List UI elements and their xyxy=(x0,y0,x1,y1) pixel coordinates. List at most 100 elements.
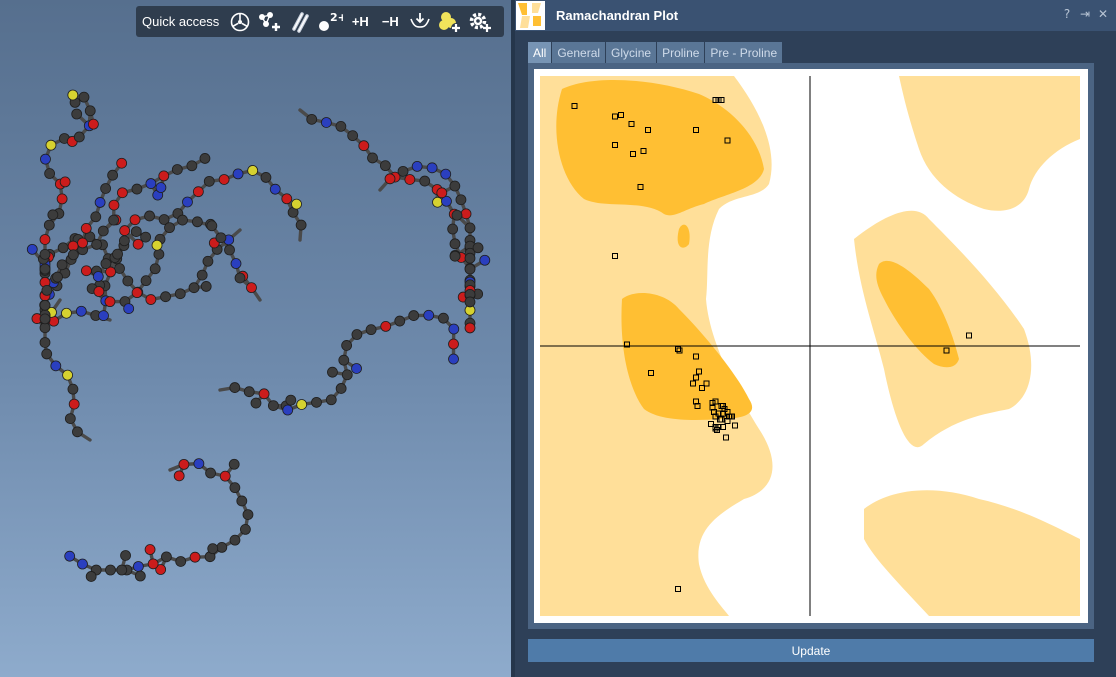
molecule-viewport[interactable]: Quick access 2+ +H −H xyxy=(0,0,511,677)
atom xyxy=(59,176,71,188)
tab-general[interactable]: General xyxy=(552,42,606,63)
atom xyxy=(423,309,435,321)
atom xyxy=(207,543,219,555)
tab-pre-proline[interactable]: Pre - Proline xyxy=(705,42,783,63)
charge-icon[interactable]: 2+ xyxy=(317,9,343,35)
add-hydrogen-button[interactable]: +H xyxy=(347,9,373,35)
atom xyxy=(193,458,205,470)
atom xyxy=(451,209,463,221)
tab-proline[interactable]: Proline xyxy=(657,42,705,63)
atom xyxy=(335,120,347,132)
atom xyxy=(199,153,211,164)
atom xyxy=(320,117,332,128)
atom xyxy=(77,558,88,570)
atom xyxy=(419,175,431,187)
atom xyxy=(155,182,167,193)
update-button[interactable]: Update xyxy=(528,639,1094,662)
atom xyxy=(479,254,491,266)
atom xyxy=(116,564,128,576)
atom xyxy=(67,89,79,101)
atom xyxy=(281,193,293,205)
atom xyxy=(122,275,134,287)
atom xyxy=(338,354,350,366)
atom xyxy=(384,173,396,185)
atom xyxy=(72,426,83,438)
atom xyxy=(98,310,109,322)
atom xyxy=(449,238,461,250)
allowed-region-1 xyxy=(899,76,1080,211)
atom xyxy=(145,294,157,305)
atom xyxy=(104,296,116,308)
atom xyxy=(97,225,109,237)
atom xyxy=(158,170,170,182)
atom xyxy=(108,199,120,211)
bond-tool-icon[interactable] xyxy=(287,9,313,35)
atom xyxy=(216,541,228,553)
ramachandran-plot[interactable] xyxy=(534,69,1088,623)
tab-glycine[interactable]: Glycine xyxy=(606,42,657,63)
atom xyxy=(175,556,187,567)
atom xyxy=(92,271,104,282)
panel-controls: ? ⇥ ✕ xyxy=(1060,7,1110,21)
atom xyxy=(57,242,69,254)
atom xyxy=(64,550,76,562)
atom xyxy=(144,544,156,555)
atom xyxy=(39,248,51,260)
add-ligand-icon[interactable] xyxy=(437,9,463,35)
add-fragment-icon[interactable] xyxy=(257,9,283,35)
atom xyxy=(67,249,79,261)
atom xyxy=(367,152,378,164)
atom xyxy=(149,263,161,275)
atom xyxy=(229,534,241,546)
atom xyxy=(41,285,53,296)
atom xyxy=(455,194,467,206)
atom xyxy=(296,399,308,410)
atom xyxy=(188,282,200,294)
atom xyxy=(236,495,248,507)
settings-icon[interactable] xyxy=(467,9,493,35)
atom xyxy=(39,263,51,275)
atom xyxy=(306,113,318,125)
atom xyxy=(351,329,363,340)
atom xyxy=(87,118,99,130)
atom xyxy=(327,366,338,378)
atom xyxy=(447,223,459,235)
atom xyxy=(68,398,80,410)
atom xyxy=(130,226,142,238)
atom xyxy=(219,470,231,482)
pin-button[interactable]: ⇥ xyxy=(1078,7,1092,21)
atom xyxy=(116,157,128,169)
atom xyxy=(267,400,279,412)
remove-hydrogen-button[interactable]: −H xyxy=(377,9,403,35)
atom xyxy=(250,397,262,409)
atom xyxy=(232,168,244,180)
atom xyxy=(464,263,476,275)
ramachandran-panel: Ramachandran Plot ? ⇥ ✕ All General Glyc… xyxy=(515,0,1116,677)
help-button[interactable]: ? xyxy=(1060,7,1074,21)
atom xyxy=(464,322,476,334)
atom xyxy=(119,225,131,236)
atom xyxy=(242,509,254,521)
wheel-icon[interactable] xyxy=(227,9,253,35)
atom xyxy=(206,220,218,232)
atom xyxy=(440,168,452,180)
atom xyxy=(161,551,172,563)
atom xyxy=(189,551,201,563)
minimize-icon[interactable] xyxy=(407,9,433,35)
atom xyxy=(140,275,152,287)
molecule-render xyxy=(26,89,491,582)
atom xyxy=(224,244,235,256)
atom xyxy=(438,312,449,324)
atom xyxy=(341,369,353,381)
atom xyxy=(67,383,79,395)
close-button[interactable]: ✕ xyxy=(1096,7,1110,21)
tab-all[interactable]: All xyxy=(528,42,552,63)
atom xyxy=(258,388,270,400)
atom xyxy=(100,183,112,194)
atom xyxy=(472,242,484,254)
atom xyxy=(131,183,143,195)
atom xyxy=(411,160,423,172)
atom xyxy=(50,360,62,372)
atom xyxy=(71,108,83,120)
atom xyxy=(448,323,460,335)
